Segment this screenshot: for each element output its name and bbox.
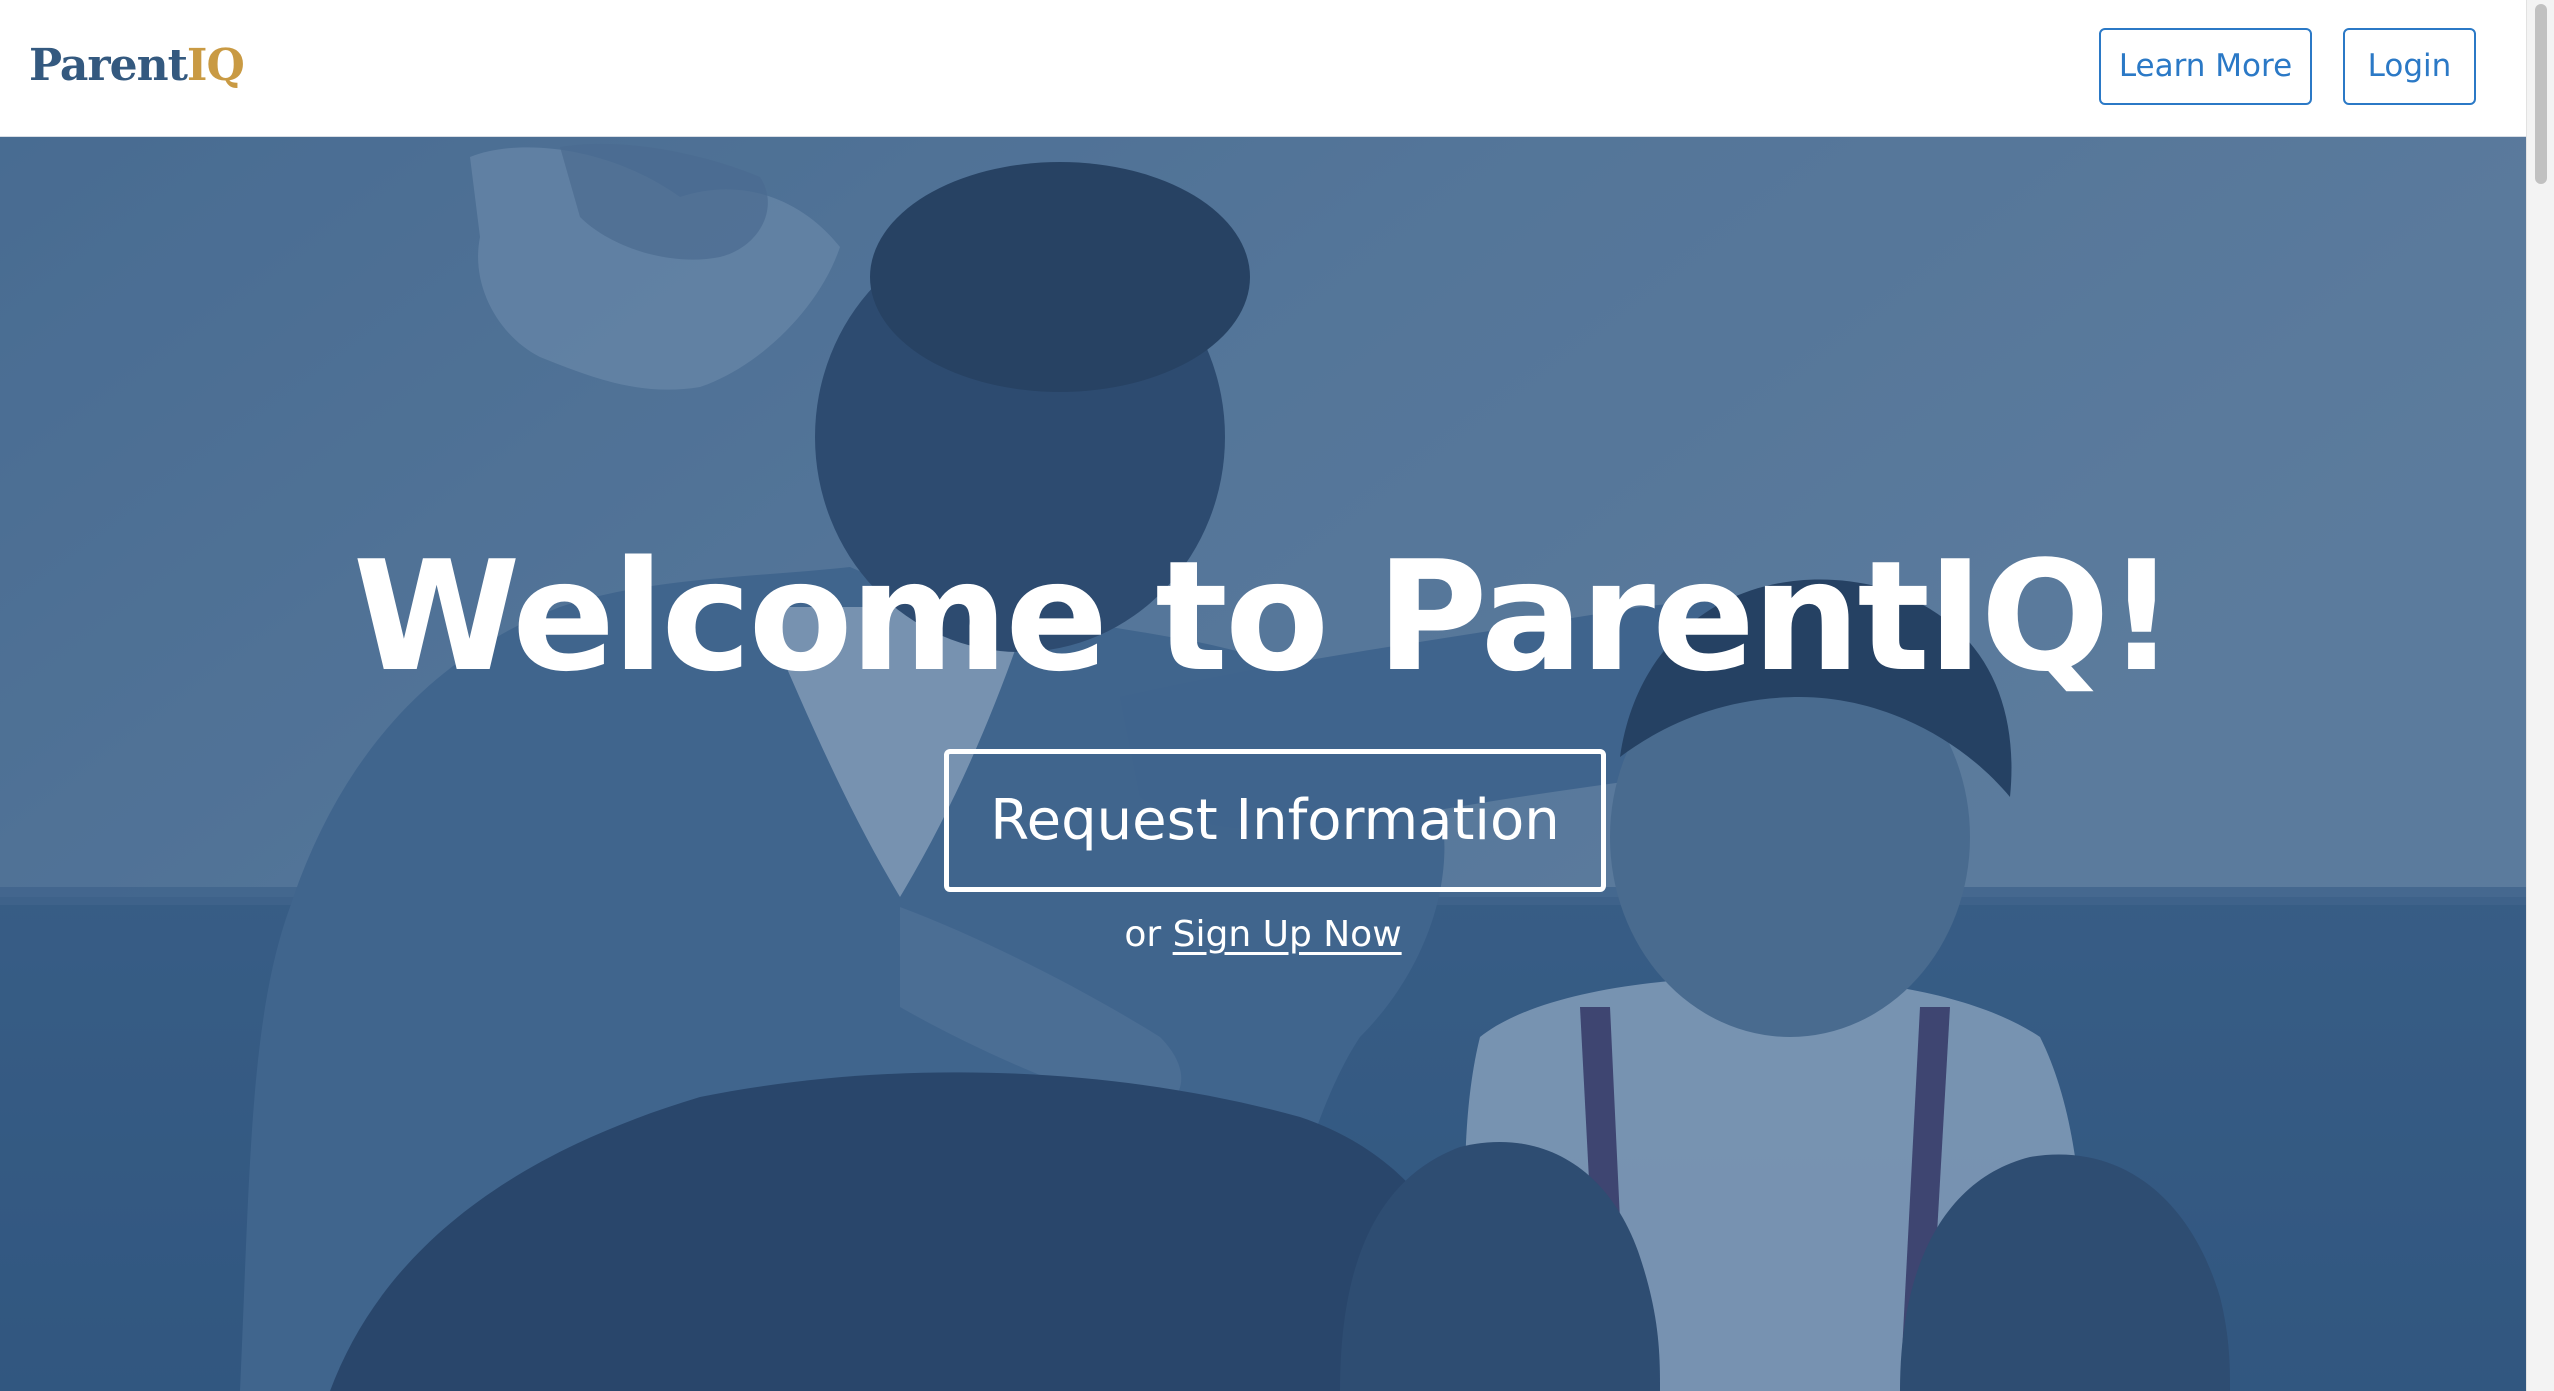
hero-title: Welcome to ParentIQ! (352, 528, 2176, 705)
request-information-button[interactable]: Request Information (944, 749, 1606, 892)
login-button[interactable]: Login (2343, 28, 2476, 105)
page: ParentIQ Learn More Login Welcome to Par… (0, 0, 2554, 1391)
logo-text-parent: Parent (29, 40, 188, 91)
page-scrollbar[interactable] (2526, 0, 2554, 1391)
sign-up-now-link[interactable]: Sign Up Now (1173, 914, 1402, 955)
scrollbar-thumb[interactable] (2535, 4, 2547, 184)
top-navbar: ParentIQ Learn More Login (0, 0, 2526, 137)
parentiq-logo[interactable]: ParentIQ (29, 34, 245, 98)
learn-more-button[interactable]: Learn More (2099, 28, 2312, 105)
signup-line: or Sign Up Now (0, 909, 2526, 961)
hero-section: Welcome to ParentIQ! Request Information… (0, 137, 2526, 1391)
signup-prefix: or (1124, 914, 1162, 955)
logo-text-iq: IQ (186, 40, 245, 91)
